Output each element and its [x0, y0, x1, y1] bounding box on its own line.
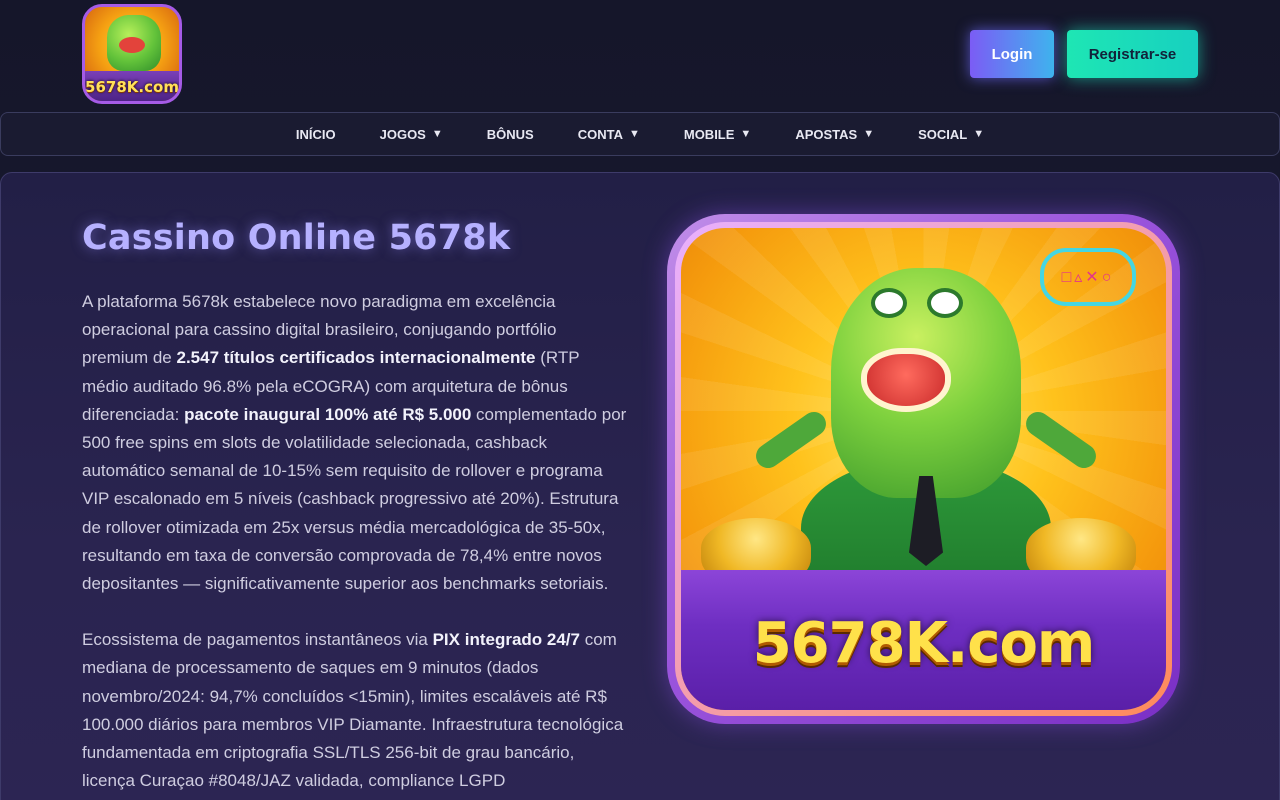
nav-item-conta[interactable]: CONTA ▼	[578, 127, 640, 142]
nav-item-label: CONTA	[577, 126, 623, 142]
text-run: complementado por 500 free spins em slot…	[82, 404, 627, 594]
dragon-mascot-icon	[107, 15, 161, 71]
nav-item-jogos[interactable]: JOGOS ▼	[380, 127, 443, 142]
nav-item-label: SOCIAL	[918, 126, 968, 142]
main-nav: INÍCIO JOGOS ▼ BÔNUS CONTA ▼ MOBILE ▼ AP…	[0, 112, 1280, 156]
hero-artwork: □▵✕○ 5678K.com	[681, 228, 1166, 710]
chevron-down-icon: ▼	[863, 128, 875, 140]
nav-item-mobile[interactable]: MOBILE ▼	[684, 127, 751, 142]
nav-item-label: BÔNUS	[486, 126, 534, 142]
highlight-text: 2.547 títulos certificados internacional…	[176, 348, 536, 368]
nav-item-social[interactable]: SOCIAL ▼	[918, 127, 984, 142]
nav-item-label: MOBILE	[683, 126, 735, 142]
chevron-down-icon: ▼	[431, 128, 443, 140]
chevron-down-icon: ▼	[628, 128, 640, 140]
intro-paragraph: A plataforma 5678k estabelece novo parad…	[82, 288, 627, 598]
dragon-mouth	[861, 348, 951, 412]
nav-item-label: INÍCIO	[295, 126, 336, 142]
text-run: com mediana de processamento de saques e…	[82, 630, 624, 791]
nav-item-inicio[interactable]: INÍCIO	[296, 127, 336, 142]
highlight-text: pacote inaugural 100% até R$ 5.000	[184, 404, 472, 424]
gold-ingot-icon	[1026, 518, 1136, 578]
register-button[interactable]: Registrar-se	[1067, 30, 1198, 78]
highlight-text: PIX integrado 24/7	[432, 630, 580, 650]
page-title: Cassino Online 5678k	[82, 218, 511, 258]
site-logo[interactable]: 5678K.com	[82, 4, 182, 104]
nav-item-label: APOSTAS	[795, 126, 858, 142]
hero-frame: □▵✕○ 5678K.com	[675, 222, 1172, 716]
chevron-down-icon: ▼	[740, 128, 752, 140]
hero-app-icon: □▵✕○ 5678K.com	[667, 214, 1180, 724]
logo-text: 5678K.com	[85, 78, 179, 96]
gamepad-icon: □▵✕○	[1040, 248, 1136, 306]
text-run: Ecossistema de pagamentos instantâneos v…	[82, 630, 433, 650]
nav-item-label: JOGOS	[379, 126, 426, 142]
dragon-eye-right	[927, 288, 963, 318]
site-header: 5678K.com Login Registrar-se	[0, 0, 1280, 108]
chevron-down-icon: ▼	[973, 128, 985, 140]
gold-ingot-icon	[701, 518, 811, 578]
dragon-eye-left	[871, 288, 907, 318]
login-button[interactable]: Login	[970, 30, 1054, 78]
article-body: A plataforma 5678k estabelece novo parad…	[82, 288, 627, 795]
brand-logo-text: 5678K.com	[752, 611, 1096, 676]
payments-paragraph: Ecossistema de pagamentos instantâneos v…	[82, 626, 627, 795]
nav-item-bonus[interactable]: BÔNUS	[487, 127, 534, 142]
nav-item-apostas[interactable]: APOSTAS ▼	[795, 127, 874, 142]
